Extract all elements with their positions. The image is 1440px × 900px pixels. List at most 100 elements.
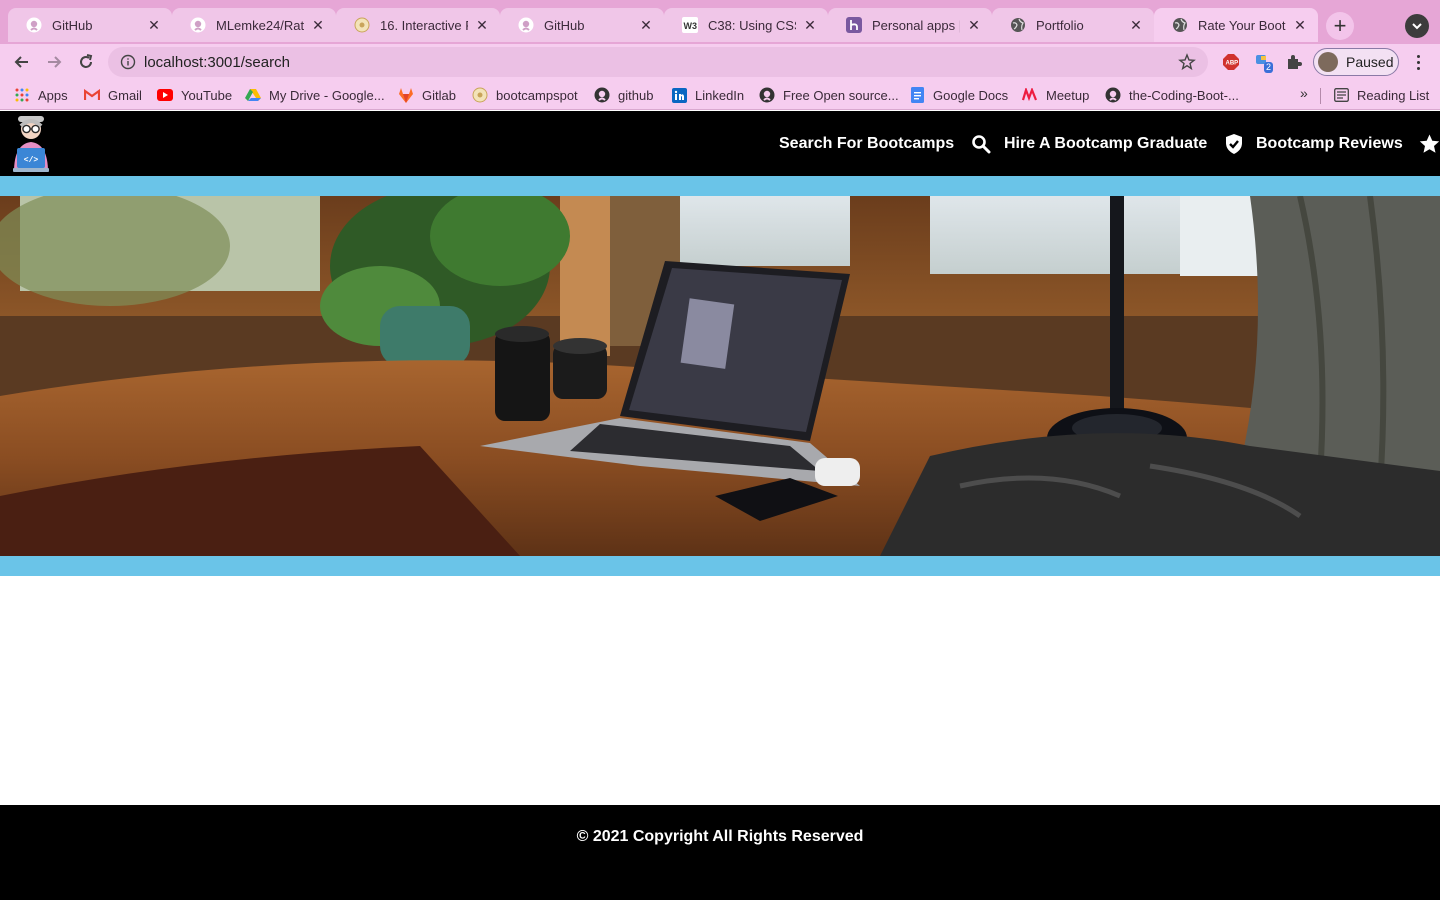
browser-tab[interactable]: MLemke24/Rate- ✕	[172, 8, 336, 42]
bookmark-label: Gitlab	[422, 87, 456, 103]
tab-title: GitHub	[544, 17, 585, 33]
bootcampspot-icon	[354, 17, 370, 33]
bookmark-github[interactable]: github	[594, 86, 653, 104]
github-icon	[518, 17, 534, 33]
hero-image	[0, 196, 1440, 556]
bookmark-apps[interactable]: Apps	[14, 86, 68, 104]
bookmark-gmail[interactable]: Gmail	[84, 86, 142, 104]
forward-button[interactable]	[42, 50, 66, 74]
bookmark-label: bootcampspot	[496, 87, 578, 103]
svg-text:W3: W3	[684, 21, 698, 31]
github-icon	[594, 87, 610, 103]
chevron-down-icon	[1412, 23, 1422, 30]
new-tab-button[interactable]: +	[1326, 12, 1354, 40]
bookmark-label: Free Open source...	[783, 87, 899, 103]
youtube-icon	[157, 87, 173, 103]
nav-link-label: Search For Bootcamps	[779, 135, 955, 152]
reading-list-button[interactable]: Reading List	[1333, 86, 1429, 104]
bookmarks-bar: Apps Gmail YouTube My Drive - Google... …	[0, 80, 1440, 110]
arrow-left-icon	[14, 56, 28, 68]
bookmark-free-open-source[interactable]: Free Open source...	[759, 86, 899, 104]
bookmark-linkedin[interactable]: LinkedIn	[671, 86, 744, 104]
close-icon[interactable]: ✕	[638, 17, 654, 34]
w3schools-icon: W3	[682, 17, 698, 33]
bookmark-label: Gmail	[108, 87, 142, 103]
bookmark-label: Meetup	[1046, 87, 1090, 103]
nav-link-label: Bootcamp Reviews	[1256, 135, 1403, 152]
adblock-extension-icon[interactable]: ABP	[1221, 52, 1241, 72]
github-icon	[1105, 87, 1121, 103]
back-button[interactable]	[10, 50, 34, 74]
bookmark-meetup[interactable]: Meetup	[1022, 86, 1089, 104]
close-icon[interactable]: ✕	[310, 17, 326, 34]
extension-badge-icon[interactable]: 2	[1254, 52, 1274, 73]
reload-button[interactable]	[74, 50, 98, 74]
nav-search-bootcamps[interactable]: Search For Bootcamps	[779, 132, 992, 156]
extensions-puzzle-icon[interactable]	[1284, 52, 1304, 72]
browser-tab-active[interactable]: Rate Your Bootca ✕	[1154, 8, 1318, 42]
reload-icon	[80, 54, 93, 68]
bookmark-bootcampspot[interactable]: bootcampspot	[472, 86, 578, 104]
tab-title: GitHub	[52, 17, 93, 33]
hero-top-band	[0, 176, 1440, 196]
nav-link-label: Hire A Bootcamp Graduate	[1004, 135, 1208, 152]
browser-tab[interactable]: GitHub ✕	[500, 8, 664, 42]
heroku-icon	[846, 17, 862, 33]
gitlab-icon	[398, 87, 414, 103]
bookmark-youtube[interactable]: YouTube	[157, 86, 232, 104]
tab-search-button[interactable]	[1405, 14, 1429, 38]
search-results-area	[0, 576, 1440, 805]
tab-title: Portfolio	[1036, 17, 1084, 33]
close-icon[interactable]: ✕	[146, 17, 162, 34]
info-icon[interactable]	[120, 54, 136, 70]
bookmark-label: github	[618, 87, 654, 103]
browser-tab[interactable]: W3 C38: Using CSS v ✕	[664, 8, 828, 42]
site-navbar: </> Search For Bootcamps Hire A Bootcamp…	[0, 111, 1440, 176]
site-logo-coder-icon[interactable]: </>	[10, 114, 52, 174]
reading-list-icon	[1333, 87, 1349, 103]
nav-bootcamp-reviews[interactable]: Bootcamp Reviews	[1256, 132, 1440, 156]
close-icon[interactable]: ✕	[966, 17, 982, 34]
close-icon[interactable]: ✕	[802, 17, 818, 34]
meetup-icon	[1022, 87, 1038, 103]
close-icon[interactable]: ✕	[1128, 17, 1144, 34]
url-input[interactable]	[144, 53, 1144, 71]
browser-menu-icon[interactable]	[1408, 52, 1428, 72]
bookmark-star-icon[interactable]	[1178, 53, 1196, 71]
bookmark-label: Apps	[38, 87, 68, 103]
bookmark-label: Google Docs	[933, 87, 1009, 103]
tab-title: C38: Using CSS v	[708, 17, 796, 33]
bookmark-my-drive[interactable]: My Drive - Google...	[245, 86, 385, 104]
bookmark-label: My Drive - Google...	[269, 87, 385, 103]
bookmark-label: the-Coding-Boot-...	[1129, 87, 1239, 103]
svg-text:ABP: ABP	[1226, 61, 1239, 67]
nav-hire-graduate[interactable]: Hire A Bootcamp Graduate	[1004, 132, 1245, 156]
bookmarks-overflow-button[interactable]: »	[1300, 85, 1308, 101]
apps-grid-icon	[14, 87, 30, 103]
browser-tab[interactable]: 16. Interactive Ful ✕	[336, 8, 500, 42]
browser-tab[interactable]: Portfolio ✕	[992, 8, 1154, 42]
close-icon[interactable]: ✕	[1292, 17, 1308, 34]
bookmark-google-docs[interactable]: Google Docs	[909, 86, 1008, 104]
bookmarks-divider	[1320, 88, 1321, 104]
hero-bottom-band	[0, 556, 1440, 576]
copyright-text: © 2021 Copyright All Rights Reserved	[576, 828, 864, 845]
browser-tab-strip: GitHub ✕ MLemke24/Rate- ✕ 16. Interactiv…	[0, 0, 1440, 44]
profile-button[interactable]: Paused	[1313, 48, 1399, 76]
tab-title: MLemke24/Rate-	[216, 17, 304, 33]
avatar	[1318, 52, 1338, 72]
search-icon	[970, 133, 992, 155]
bookmark-coding-boot[interactable]: the-Coding-Boot-...	[1105, 86, 1239, 104]
browser-tab[interactable]: Personal apps | H ✕	[828, 8, 992, 42]
close-icon[interactable]: ✕	[474, 17, 490, 34]
bookmark-label: YouTube	[181, 87, 233, 103]
browser-tab[interactable]: GitHub ✕	[8, 8, 172, 42]
address-bar[interactable]	[108, 47, 1208, 77]
extension-badge-count: 2	[1264, 62, 1274, 73]
arrow-right-icon	[48, 56, 62, 68]
google-drive-icon	[245, 87, 261, 103]
bookmark-gitlab[interactable]: Gitlab	[398, 86, 456, 104]
tab-title: Rate Your Bootca	[1198, 17, 1286, 33]
profile-status-label: Paused	[1346, 54, 1394, 70]
globe-icon	[1172, 17, 1188, 33]
